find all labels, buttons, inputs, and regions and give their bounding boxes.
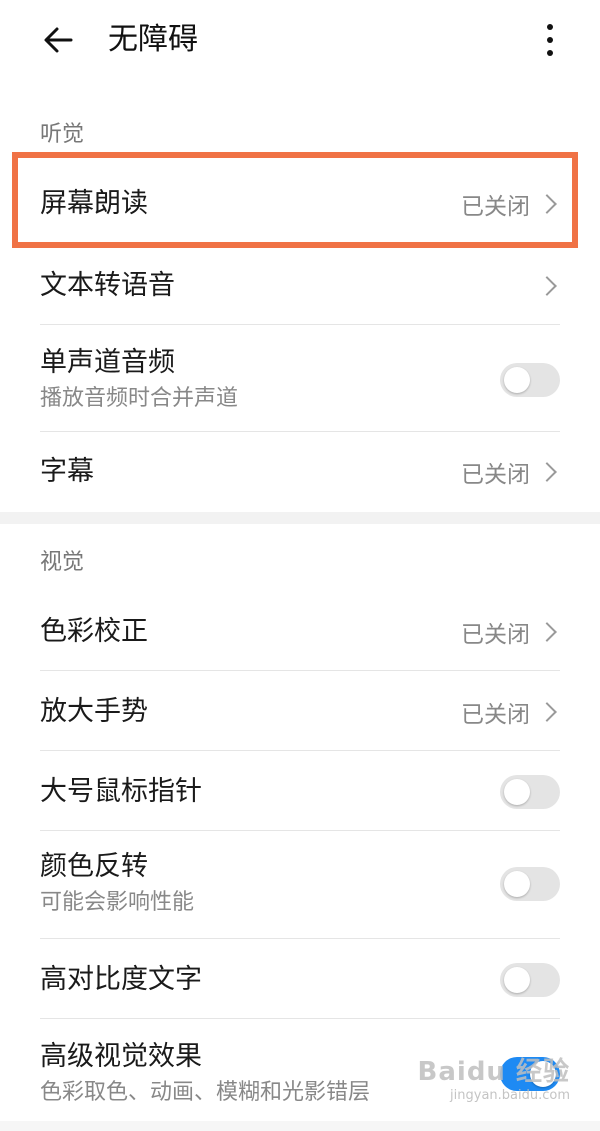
setting-title: 屏幕朗读 — [40, 188, 148, 219]
accessibility-settings-screen: 无障碍 听觉 屏幕朗读 已关闭 文本转语音 单声道音频 播放音频时合并声道 字幕 — [0, 0, 600, 1131]
more-vertical-icon — [547, 24, 553, 56]
chevron-right-icon — [537, 194, 557, 214]
setting-row-screen-reader[interactable]: 屏幕朗读 已关闭 — [40, 168, 560, 240]
setting-title: 大号鼠标指针 — [40, 776, 202, 807]
setting-row-magnification-gesture[interactable]: 放大手势 已关闭 — [40, 674, 560, 750]
setting-title: 放大手势 — [40, 696, 148, 727]
divider — [40, 830, 560, 831]
chevron-right-icon — [537, 276, 557, 296]
divider — [40, 324, 560, 325]
setting-title: 单声道音频 — [40, 347, 175, 378]
setting-title: 高对比度文字 — [40, 964, 202, 995]
page-title: 无障碍 — [108, 22, 198, 57]
section-header-hearing: 听觉 — [40, 122, 85, 147]
setting-row-text-to-speech[interactable]: 文本转语音 — [40, 248, 560, 324]
chevron-right-icon — [537, 622, 557, 642]
large-mouse-pointer-toggle[interactable] — [500, 775, 560, 809]
setting-row-high-contrast-text[interactable]: 高对比度文字 — [40, 942, 560, 1018]
setting-subtitle: 播放音频时合并声道 — [40, 386, 239, 411]
back-button[interactable] — [36, 18, 80, 62]
setting-row-mono-audio[interactable]: 单声道音频 播放音频时合并声道 — [40, 330, 560, 430]
advanced-visual-effects-toggle[interactable] — [500, 1057, 560, 1091]
setting-title: 色彩校正 — [40, 616, 148, 647]
setting-subtitle: 色彩取色、动画、模糊和光影错层 — [40, 1080, 371, 1105]
color-inversion-toggle[interactable] — [500, 867, 560, 901]
divider — [40, 1018, 560, 1019]
setting-row-advanced-visual-effects[interactable]: 高级视觉效果 色彩取色、动画、模糊和光影错层 — [40, 1024, 560, 1124]
divider — [40, 750, 560, 751]
section-separator — [0, 512, 600, 524]
chevron-right-icon — [537, 462, 557, 482]
setting-title: 字幕 — [40, 456, 94, 487]
chevron-right-icon — [537, 702, 557, 722]
bottom-edge — [0, 1121, 600, 1131]
setting-status: 已关闭 — [461, 462, 530, 488]
section-header-vision: 视觉 — [40, 550, 85, 575]
setting-title: 高级视觉效果 — [40, 1041, 202, 1072]
setting-status: 已关闭 — [461, 622, 530, 648]
divider — [40, 938, 560, 939]
setting-row-captions[interactable]: 字幕 已关闭 — [40, 436, 560, 508]
divider — [40, 431, 560, 432]
app-bar: 无障碍 — [0, 0, 600, 80]
divider — [40, 670, 560, 671]
more-options-button[interactable] — [532, 18, 568, 62]
setting-subtitle: 可能会影响性能 — [40, 890, 195, 915]
setting-row-color-correction[interactable]: 色彩校正 已关闭 — [40, 594, 560, 670]
setting-status: 已关闭 — [461, 194, 530, 220]
mono-audio-toggle[interactable] — [500, 363, 560, 397]
setting-row-large-mouse-pointer[interactable]: 大号鼠标指针 — [40, 754, 560, 830]
setting-row-color-inversion[interactable]: 颜色反转 可能会影响性能 — [40, 834, 560, 934]
high-contrast-text-toggle[interactable] — [500, 963, 560, 997]
setting-status: 已关闭 — [461, 702, 530, 728]
arrow-left-icon — [44, 27, 73, 53]
setting-title: 颜色反转 — [40, 851, 148, 882]
setting-title: 文本转语音 — [40, 270, 175, 301]
